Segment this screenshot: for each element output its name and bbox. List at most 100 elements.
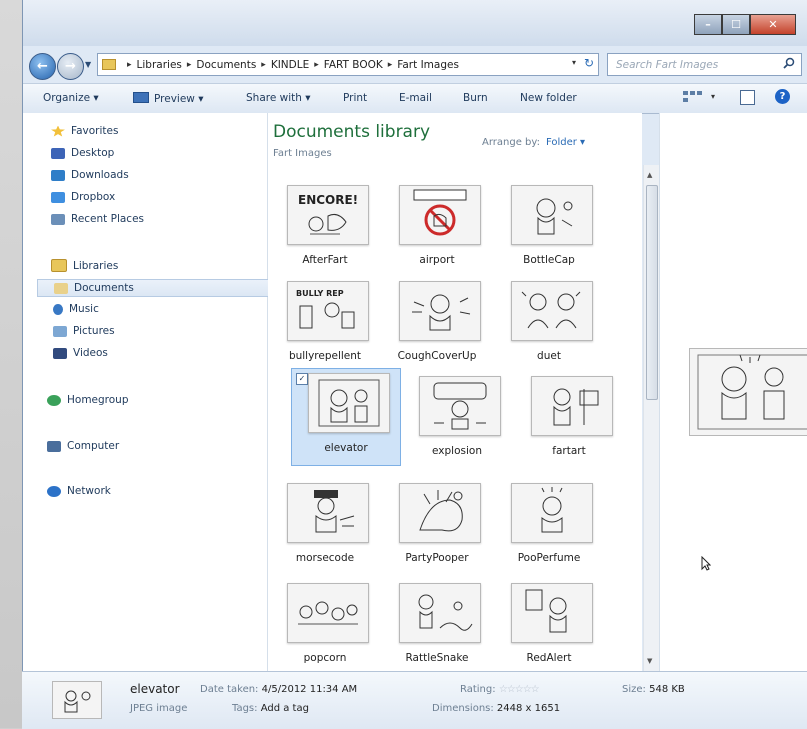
sidebar-item-recent-places[interactable]: Recent Places <box>51 213 144 225</box>
file-tile-bottlecap[interactable]: BottleCap <box>495 181 603 277</box>
sidebar-item-downloads[interactable]: Downloads <box>51 169 129 181</box>
preview-icon <box>133 92 149 103</box>
sidebar-item-music[interactable]: Music <box>53 303 99 315</box>
close-button[interactable]: ✕ <box>750 14 796 35</box>
sidebar-item-network[interactable]: Network <box>47 485 111 497</box>
computer-icon <box>47 440 61 452</box>
window-controls: – ☐ ✕ <box>694 14 796 35</box>
image-thumbnail <box>511 583 593 643</box>
library-subtitle: Fart Images <box>273 148 332 159</box>
folder-icon <box>102 59 116 70</box>
back-button[interactable]: ← <box>29 53 56 80</box>
file-tile-airport[interactable]: airport <box>383 181 491 277</box>
file-tile-redalert[interactable]: RedAlert <box>495 579 603 675</box>
chevron-right-icon[interactable]: ▸ <box>388 60 393 70</box>
breadcrumb-kindle[interactable]: KINDLE <box>271 59 309 71</box>
sidebar-item-desktop[interactable]: Desktop <box>51 147 114 159</box>
details-date-taken: Date taken: 4/5/2012 11:34 AM <box>200 684 358 695</box>
file-tile-duet[interactable]: duet <box>495 277 603 373</box>
chevron-right-icon[interactable]: ▸ <box>261 60 266 70</box>
help-icon[interactable]: ? <box>775 89 790 104</box>
file-tile-morsecode[interactable]: morsecode <box>271 479 379 575</box>
image-thumbnail: BULLY REP <box>287 281 369 341</box>
image-thumbnail <box>419 376 501 436</box>
explorer-window: – ☐ ✕ ← → ▼ ▸ Libraries ▸ Documents ▸ KINDL… <box>22 0 807 728</box>
breadcrumb-documents[interactable]: Documents <box>196 59 256 71</box>
email-button[interactable]: E-mail <box>399 92 432 104</box>
sidebar-item-favorites[interactable]: Favorites <box>51 125 118 137</box>
recent-pages-dropdown[interactable]: ▼ <box>85 60 91 69</box>
command-bar: Organize ▾ Preview ▾ Share with ▾ Print … <box>23 83 807 114</box>
breadcrumb-fart-book[interactable]: FART BOOK <box>324 59 383 71</box>
vertical-scrollbar[interactable]: ▲ ▼ <box>643 165 659 671</box>
image-thumbnail <box>287 483 369 543</box>
file-tile-partypooper[interactable]: PartyPooper <box>383 479 491 575</box>
preview-button[interactable]: Preview ▾ <box>133 92 203 105</box>
organize-button[interactable]: Organize ▾ <box>43 92 99 104</box>
rating-stars[interactable]: ☆☆☆☆☆ <box>499 684 540 695</box>
details-file-name: elevator <box>130 682 180 696</box>
file-name: airport <box>419 254 455 266</box>
burn-button[interactable]: Burn <box>463 92 488 104</box>
image-thumbnail <box>399 185 481 245</box>
videos-icon <box>53 347 67 359</box>
file-name: PooPerfume <box>517 552 581 564</box>
file-name: morsecode <box>295 552 355 564</box>
file-tile-bullyrepellent[interactable]: BULLY REP bullyrepellent <box>271 277 379 373</box>
view-options-dropdown[interactable]: ▾ <box>711 92 715 101</box>
sidebar-item-pictures[interactable]: Pictures <box>53 325 115 337</box>
new-folder-button[interactable]: New folder <box>520 92 577 104</box>
breadcrumb-fart-images[interactable]: Fart Images <box>397 59 459 71</box>
sidebar-item-homegroup[interactable]: Homegroup <box>47 394 129 406</box>
address-bar[interactable]: ▸ Libraries ▸ Documents ▸ KINDLE ▸ FART BOOK… <box>97 53 599 76</box>
search-box[interactable]: Search Fart Images <box>607 53 802 76</box>
sidebar-item-videos[interactable]: Videos <box>53 347 108 359</box>
scrollbar-thumb[interactable] <box>646 185 658 400</box>
image-thumbnail <box>511 281 593 341</box>
selection-checkbox[interactable]: ✓ <box>296 373 308 385</box>
add-tag-field[interactable]: Add a tag <box>261 703 309 714</box>
file-tile-explosion[interactable]: explosion <box>403 372 511 468</box>
refresh-icon[interactable]: ↻ <box>584 56 594 70</box>
file-tile-rattlesnake[interactable]: RattleSnake <box>383 579 491 675</box>
image-thumbnail <box>511 185 593 245</box>
forward-button[interactable]: → <box>57 53 84 80</box>
file-tile-fartart[interactable]: fartart <box>515 372 623 468</box>
sidebar-item-computer[interactable]: Computer <box>47 440 119 452</box>
share-with-button[interactable]: Share with ▾ <box>246 92 311 104</box>
sidebar-item-documents[interactable]: Documents <box>37 279 275 297</box>
minimize-button[interactable]: – <box>694 14 722 35</box>
scroll-down-arrow[interactable]: ▼ <box>647 657 652 665</box>
file-name: bullyrepellent <box>288 350 362 362</box>
preview-pane-toggle[interactable] <box>740 90 755 105</box>
breadcrumb-libraries[interactable]: Libraries <box>137 59 182 71</box>
arrange-by-dropdown[interactable]: Folder ▾ <box>546 137 585 148</box>
print-button[interactable]: Print <box>343 92 367 104</box>
address-history-dropdown[interactable]: ▾ <box>572 58 576 67</box>
file-tile-coughcoverup[interactable]: CoughCoverUp <box>383 277 491 373</box>
file-tile-pooperfume[interactable]: PooPerfume <box>495 479 603 575</box>
chevron-right-icon[interactable]: ▸ <box>127 60 132 70</box>
chevron-right-icon[interactable]: ▸ <box>314 60 319 70</box>
title-bar[interactable]: – ☐ ✕ <box>23 0 807 46</box>
chevron-right-icon[interactable]: ▸ <box>187 60 192 70</box>
sidebar-item-libraries[interactable]: Libraries <box>51 259 118 272</box>
scroll-up-arrow[interactable]: ▲ <box>647 171 652 179</box>
search-input[interactable]: Search Fart Images <box>608 59 783 71</box>
dropbox-icon <box>51 191 65 203</box>
file-name: elevator <box>324 442 368 454</box>
svg-text:ENCORE!: ENCORE! <box>298 193 358 207</box>
image-thumbnail <box>531 376 613 436</box>
file-tile-popcorn[interactable]: popcorn <box>271 579 379 675</box>
change-view-icon[interactable] <box>683 91 705 103</box>
library-title: Documents library <box>273 122 431 142</box>
maximize-button[interactable]: ☐ <box>722 14 750 35</box>
file-name: BottleCap <box>523 254 575 266</box>
file-tile-afterfart[interactable]: ENCORE! AfterFart <box>271 181 379 277</box>
sidebar-item-dropbox[interactable]: Dropbox <box>51 191 115 203</box>
details-thumbnail <box>52 681 102 719</box>
magnifier-icon[interactable] <box>783 57 801 72</box>
file-name: AfterFart <box>302 254 348 266</box>
file-tile-elevator[interactable]: ✓ elevator <box>291 368 401 466</box>
details-rating: Rating: ☆☆☆☆☆ <box>460 684 540 695</box>
